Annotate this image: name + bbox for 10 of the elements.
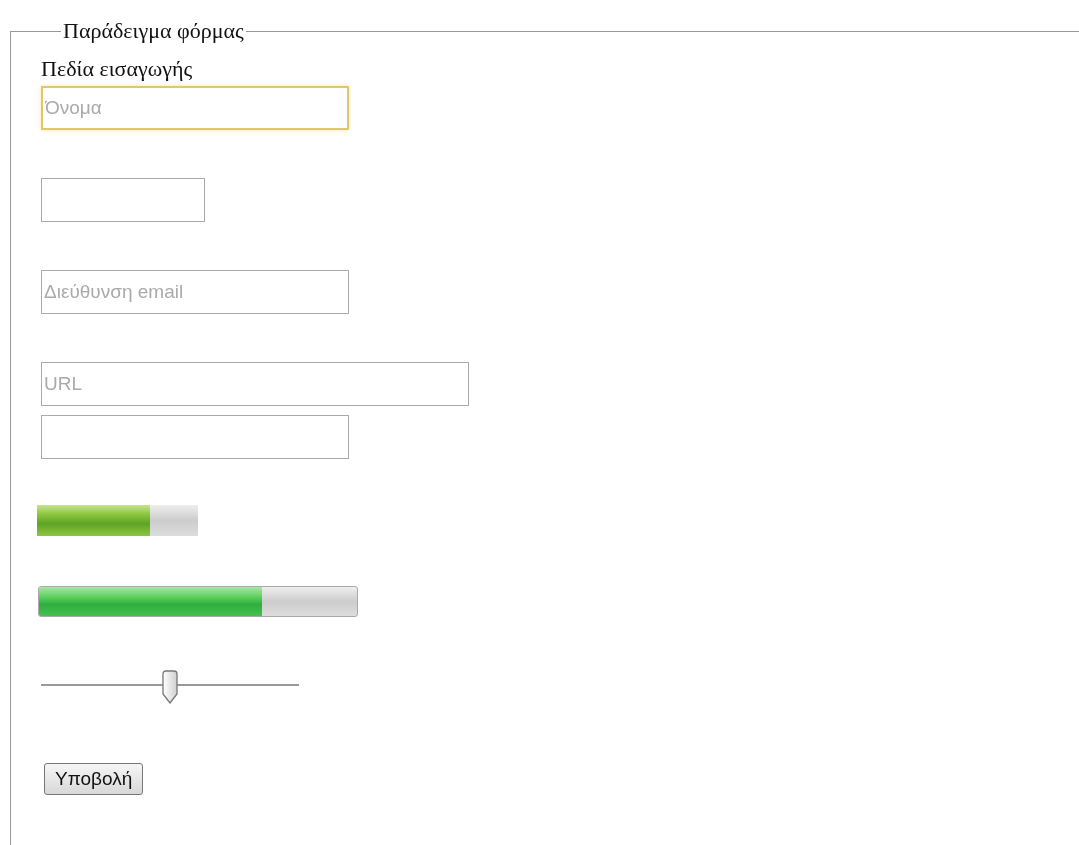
- input-field[interactable]: [41, 178, 205, 222]
- input-field[interactable]: Διεύθυνση email: [41, 270, 349, 314]
- input-field[interactable]: URL: [41, 362, 469, 406]
- input-field[interactable]: [41, 415, 349, 459]
- submit-button[interactable]: Υποβολή: [44, 763, 144, 795]
- form-legend: Παράδειγμα φόρμας: [61, 18, 246, 44]
- input-field[interactable]: Όνομα: [41, 86, 349, 130]
- slider[interactable]: [41, 667, 299, 703]
- section-heading: Πεδία εισαγωγής: [41, 56, 193, 82]
- slider-thumb[interactable]: [161, 670, 179, 704]
